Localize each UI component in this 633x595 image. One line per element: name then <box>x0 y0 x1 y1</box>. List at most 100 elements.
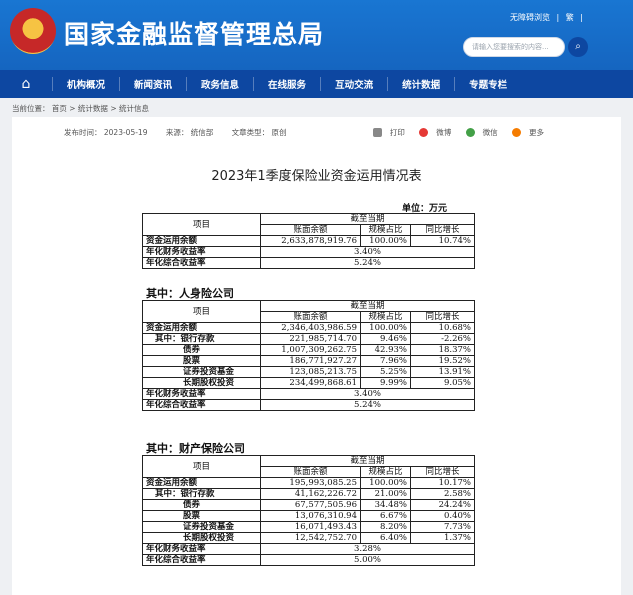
site-title[interactable]: 国家金融监督管理总局 <box>64 15 324 51</box>
row-label: 年化综合收益率 <box>142 554 261 566</box>
yoy-cell: 2.58% <box>410 488 475 500</box>
row-label: 长期股权投资 <box>142 377 261 389</box>
yoy-cell: 19.52% <box>410 355 475 367</box>
table-row: 年化综合收益率 5.24% <box>142 257 475 269</box>
nav-item-interaction[interactable]: 互动交流 <box>320 77 387 91</box>
table-row: 其中：银行存款 221,985,714.70 9.46% -2.26% <box>142 333 475 345</box>
share-cell: 21.00% <box>360 488 411 500</box>
wechat-label: 微信 <box>482 128 498 137</box>
more-label: 更多 <box>529 128 544 137</box>
balance-cell: 1,007,309,262.75 <box>260 344 361 356</box>
nav-item-online-services[interactable]: 在线服务 <box>253 77 320 91</box>
yoy-cell: -2.26% <box>410 333 475 345</box>
balance-cell: 13,076,310.94 <box>260 510 361 522</box>
source: 来源： 统信部 <box>165 128 214 137</box>
nav-item-news[interactable]: 新闻资讯 <box>119 77 186 91</box>
accessibility-link[interactable]: 无障碍浏览 <box>510 13 550 22</box>
share-cell: 7.96% <box>360 355 411 367</box>
comprehensive-yield-cell: 5.24% <box>260 257 475 269</box>
share-cell: 6.67% <box>360 510 411 522</box>
row-label: 股票 <box>142 355 261 367</box>
life-table: 项目 截至当期 账面余额 规模占比 同比增长 资金运用余额 2,346,403,… <box>142 300 475 411</box>
header-item: 项目 <box>142 213 261 236</box>
row-label: 长期股权投资 <box>142 532 261 544</box>
share-cell: 100.00% <box>360 477 411 489</box>
comprehensive-yield-cell: 5.24% <box>260 399 475 411</box>
search-input[interactable]: 请输入您要搜索的内容... <box>463 37 565 57</box>
top-links: 无障碍浏览 | 繁 | <box>506 12 583 23</box>
publish-time: 发布时间： 2023-05-19 <box>64 128 148 137</box>
share-cell: 34.48% <box>360 499 411 511</box>
table-row: 证券投资基金 123,085,213.75 5.25% 13.91% <box>142 366 475 378</box>
nav-item-special-topics[interactable]: 专题专栏 <box>454 77 521 91</box>
row-label: 债券 <box>142 499 261 511</box>
row-label: 资金运用余额 <box>142 235 261 247</box>
share-cell: 42.93% <box>360 344 411 356</box>
doc-title: 2023年1季度保险业资金运用情况表 <box>211 169 422 184</box>
table-row: 长期股权投资 234,499,868.61 9.99% 9.05% <box>142 377 475 389</box>
print-button[interactable]: 打印 <box>367 128 405 137</box>
financial-yield-cell: 3.40% <box>260 388 475 400</box>
table-row: 年化财务收益率 3.40% <box>142 246 475 258</box>
header-balance: 账面余额 <box>260 311 361 323</box>
star-icon: ★ <box>24 15 42 36</box>
site-header: ★ 国家金融监督管理总局 无障碍浏览 | 繁 | 请输入您要搜索的内容... ⌕ <box>0 0 633 70</box>
property-table: 项目 截至当期 账面余额 规模占比 同比增长 资金运用余额 195,993,08… <box>142 455 475 566</box>
yoy-cell: 18.37% <box>410 344 475 356</box>
header-balance: 账面余额 <box>260 466 361 478</box>
table-row: 年化综合收益率 5.00% <box>142 554 475 566</box>
financial-yield-cell: 3.28% <box>260 543 475 555</box>
traditional-chinese-link[interactable]: 繁 <box>566 13 574 22</box>
nav-item-about[interactable]: 机构概况 <box>52 77 119 91</box>
header-share: 规模占比 <box>360 311 411 323</box>
balance-cell: 41,162,226.72 <box>260 488 361 500</box>
yoy-cell: 9.05% <box>410 377 475 389</box>
yoy-cell: 10.74% <box>410 235 475 247</box>
balance-cell: 186,771,927.27 <box>260 355 361 367</box>
row-label: 年化财务收益率 <box>142 388 261 400</box>
table-row: 年化财务收益率 3.40% <box>142 388 475 400</box>
home-icon[interactable]: ⌂ <box>0 76 52 92</box>
share-cell: 6.40% <box>360 532 411 544</box>
header-item: 项目 <box>142 455 261 478</box>
table-row: 股票 186,771,927.27 7.96% 19.52% <box>142 355 475 367</box>
balance-cell: 123,085,213.75 <box>260 366 361 378</box>
row-label: 证券投资基金 <box>142 521 261 533</box>
share-cell: 5.25% <box>360 366 411 378</box>
weibo-icon <box>419 128 429 137</box>
table-row: 债券 67,577,505.96 34.48% 24.24% <box>142 499 475 511</box>
search-icon[interactable]: ⌕ <box>568 37 588 57</box>
balance-cell: 16,071,493.43 <box>260 521 361 533</box>
wechat-button[interactable]: 微信 <box>460 128 498 137</box>
total-table: 项目 截至当期 账面余额 规模占比 同比增长 资金运用余额 2,633,878,… <box>142 213 475 269</box>
more-icon <box>512 128 521 137</box>
nav-item-government-info[interactable]: 政务信息 <box>186 77 253 91</box>
share-cell: 8.20% <box>360 521 411 533</box>
national-emblem-icon[interactable]: ★ <box>10 8 56 54</box>
header-yoy: 同比增长 <box>410 466 475 478</box>
header-as-of: 截至当期 <box>260 455 475 467</box>
header-as-of: 截至当期 <box>260 213 475 225</box>
header-share: 规模占比 <box>360 224 411 236</box>
row-label: 证券投资基金 <box>142 366 261 378</box>
row-label: 资金运用余额 <box>142 322 261 334</box>
table-row: 长期股权投资 12,542,752.70 6.40% 1.37% <box>142 532 475 544</box>
wechat-icon <box>465 128 475 137</box>
header-yoy: 同比增长 <box>410 224 475 236</box>
header-balance: 账面余额 <box>260 224 361 236</box>
table-row: 其中：银行存款 41,162,226.72 21.00% 2.58% <box>142 488 475 500</box>
article-panel: 发布时间： 2023-05-19 来源： 统信部 文章类型： 原创 打印 微博 … <box>12 117 621 595</box>
nav-item-statistics[interactable]: 统计数据 <box>387 77 454 91</box>
print-icon <box>372 128 382 137</box>
separator: | <box>580 13 583 22</box>
more-button[interactable]: 更多 <box>506 128 544 137</box>
weibo-button[interactable]: 微博 <box>413 128 451 137</box>
row-label: 债券 <box>142 344 261 356</box>
breadcrumb[interactable]: 当前位置： 首页 > 统计数据 > 统计信息 <box>12 103 149 114</box>
row-label: 年化财务收益率 <box>142 246 261 258</box>
yoy-cell: 13.91% <box>410 366 475 378</box>
property-section-title: 其中：财产保险公司 <box>146 442 245 455</box>
yoy-cell: 1.37% <box>410 532 475 544</box>
share-cell: 9.46% <box>360 333 411 345</box>
table-row: 证券投资基金 16,071,493.43 8.20% 7.73% <box>142 521 475 533</box>
